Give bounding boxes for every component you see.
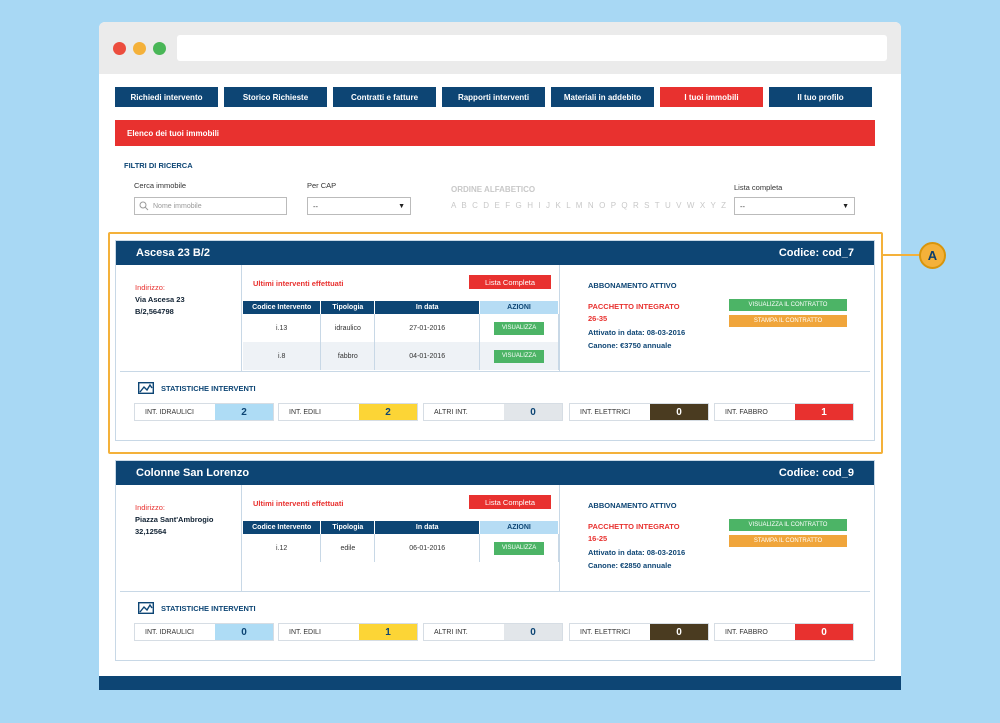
row-type: edile	[320, 534, 376, 562]
stat-label: INT. EDILI	[289, 628, 321, 636]
print-contract-button[interactable]: STAMPA IL CONTRATTO	[729, 535, 847, 547]
stat-elettrici: INT. ELETTRICI 0	[569, 623, 709, 641]
view-intervention-button[interactable]: VISUALIZZA	[494, 541, 545, 555]
address-label: Indirizzo:	[135, 503, 166, 512]
cap-value: --	[313, 201, 318, 211]
stat-label: INT. ELETTRICI	[580, 628, 631, 636]
nav-richiedi-intervento[interactable]: Richiedi intervento	[115, 87, 218, 107]
stat-value: 1	[359, 624, 417, 640]
search-input[interactable]: Nome immobile	[134, 197, 287, 215]
annual-fee: Canone: €2850 annuale	[588, 561, 672, 570]
card-header: Colonne San Lorenzo Codice: cod_9	[116, 461, 874, 485]
property-card: Colonne San Lorenzo Codice: cod_9 Indiri…	[115, 460, 875, 661]
stat-value: 0	[650, 624, 708, 640]
divider	[559, 485, 560, 591]
stat-value: 0	[795, 624, 853, 640]
property-name: Colonne San Lorenzo	[136, 467, 250, 479]
chart-icon	[138, 602, 154, 614]
search-icon	[139, 201, 149, 211]
alphabet-filter[interactable]: A B C D E F G H I J K L M N O P Q R S T …	[451, 201, 728, 210]
list-select[interactable]: -- ▼	[734, 197, 855, 215]
chevron-down-icon: ▼	[398, 202, 405, 210]
stat-fabbro: INT. FABBRO 0	[714, 623, 854, 641]
nav-contratti-fatture[interactable]: Contratti e fatture	[333, 87, 436, 107]
stats-title-text: STATISTICHE INTERVENTI	[161, 603, 256, 613]
subscription-info: Attivato in data: 08-03-2016 Canone: €28…	[588, 546, 685, 572]
package-block: PACCHETTO INTEGRATO 16-25	[588, 521, 680, 545]
address-line: 32,12564	[135, 527, 167, 536]
main-nav: Richiedi intervento Storico Richieste Co…	[115, 87, 872, 107]
divider	[241, 485, 242, 591]
package-name: PACCHETTO INTEGRATO	[588, 522, 680, 531]
subscription-title: ABBONAMENTO ATTIVO	[588, 501, 677, 510]
list-label: Lista completa	[734, 183, 783, 192]
nav-storico-richieste[interactable]: Storico Richieste	[224, 87, 327, 107]
full-list-button[interactable]: Lista Completa	[469, 495, 551, 509]
search-placeholder: Nome immobile	[153, 202, 202, 210]
stat-label: INT. FABBRO	[725, 628, 768, 636]
row-action: VISUALIZZA	[479, 534, 559, 562]
nav-tuoi-immobili[interactable]: I tuoi immobili	[660, 87, 763, 107]
minimize-window-button[interactable]	[133, 42, 146, 55]
property-code: Codice: cod_9	[778, 467, 854, 479]
section-title: Elenco dei tuoi immobili	[115, 120, 875, 146]
table-header: Codice Intervento	[243, 521, 322, 534]
maximize-window-button[interactable]	[153, 42, 166, 55]
package-code: 16-25	[588, 534, 608, 543]
stat-label: ALTRI INT.	[434, 628, 468, 636]
table-header: Tipologia	[320, 521, 376, 534]
callout-line	[883, 254, 919, 256]
table-row: i.12 edile 06-01-2016 VISUALIZZA	[243, 534, 559, 562]
address-line: Piazza Sant'Ambrogio	[135, 515, 214, 524]
row-code: i.12	[243, 534, 322, 562]
interventions-table: Codice Intervento Tipologia In data AZIO…	[243, 521, 559, 562]
callout-frame	[108, 232, 883, 454]
cap-select[interactable]: -- ▼	[307, 197, 411, 215]
stat-idraulici: INT. IDRAULICI 0	[134, 623, 274, 641]
stats-section: STATISTICHE INTERVENTI INT. IDRAULICI 0 …	[116, 592, 874, 660]
cap-label: Per CAP	[307, 181, 337, 190]
stat-value: 0	[504, 624, 562, 640]
callout-badge: A	[919, 242, 946, 269]
address-block: Indirizzo: Piazza Sant'Ambrogio 32,12564	[135, 502, 213, 538]
table-header: In data	[374, 521, 481, 534]
stat-value: 0	[215, 624, 273, 640]
stat-altri: ALTRI INT. 0	[423, 623, 563, 641]
filters-title: FILTRI DI RICERCA	[124, 161, 193, 170]
browser-toolbar	[99, 22, 901, 74]
row-date: 06-01-2016	[374, 534, 481, 562]
activation-date: Attivato in data: 08-03-2016	[588, 548, 686, 557]
stat-edili: INT. EDILI 1	[278, 623, 418, 641]
alpha-title: ORDINE ALFABETICO	[451, 185, 536, 194]
list-value: --	[740, 201, 745, 211]
view-contract-button[interactable]: VISUALIZZA IL CONTRATTO	[729, 519, 847, 531]
address-bar[interactable]	[177, 35, 887, 61]
stats-title: STATISTICHE INTERVENTI	[138, 602, 256, 614]
interventions-title: Ultimi interventi effettuati	[253, 499, 344, 508]
card-body: Indirizzo: Piazza Sant'Ambrogio 32,12564…	[116, 485, 874, 591]
footer-bar	[99, 676, 901, 690]
chevron-down-icon: ▼	[842, 202, 849, 210]
nav-materiali-addebito[interactable]: Materiali in addebito	[551, 87, 654, 107]
search-label: Cerca immobile	[134, 181, 187, 190]
filters-panel: FILTRI DI RICERCA Cerca immobile Nome im…	[124, 161, 874, 215]
nav-tuo-profilo[interactable]: Il tuo profilo	[769, 87, 872, 107]
table-header: AZIONI	[479, 521, 559, 534]
stat-label: INT. IDRAULICI	[145, 628, 195, 636]
close-window-button[interactable]	[113, 42, 126, 55]
nav-rapporti-interventi[interactable]: Rapporti interventi	[442, 87, 545, 107]
